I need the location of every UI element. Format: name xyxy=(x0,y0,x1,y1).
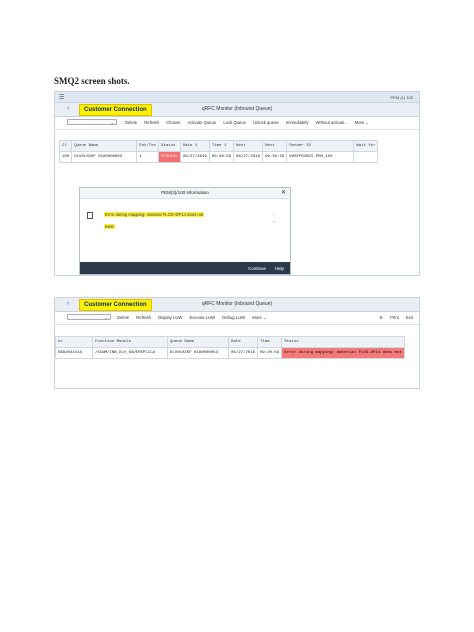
settings-icon[interactable]: ⚙ xyxy=(379,315,383,320)
continue-button[interactable]: Continue xyxy=(248,266,266,271)
lock-queue-button[interactable]: Lock Queue xyxy=(223,120,246,125)
col-tid[interactable]: er xyxy=(55,336,93,348)
info-icon xyxy=(87,212,93,219)
more-menu[interactable]: More ⌄ xyxy=(355,120,369,125)
variant-dropdown[interactable]: ⌄ xyxy=(67,119,117,125)
close-icon[interactable]: ✕ xyxy=(281,188,286,198)
cell-sender-id: VHSFPGUBOI_PEM_100 xyxy=(286,151,355,163)
cell-date: 06/27/2019 xyxy=(227,347,259,359)
immediately-button[interactable]: Immediately xyxy=(286,120,309,125)
display-luw-button[interactable]: Display LUW xyxy=(158,315,182,320)
col-time[interactable]: Time 1 xyxy=(208,140,235,152)
shell-bar: ☰ PEM (1) 100 xyxy=(55,92,419,103)
cell-date: 06/27/2019 xyxy=(179,151,210,163)
cell-next-time: 09:30:59 xyxy=(262,151,288,163)
cell-client: 100 xyxy=(58,151,73,163)
cell-queue-name: DLV0L0ZKF 0180000053 xyxy=(167,347,229,359)
cell-wait-for xyxy=(353,151,379,163)
col-wait-for[interactable]: Wait for xyxy=(353,140,379,152)
debug-luw-button[interactable]: Debug LUW xyxy=(222,315,245,320)
delete-button[interactable]: Delete xyxy=(125,120,137,125)
dialog-title-text: PEM(3)/100 Information xyxy=(161,190,209,195)
execute-luw-button[interactable]: Execute LUW xyxy=(190,315,216,320)
col-date[interactable]: Date 1 xyxy=(179,140,210,152)
dialog-footer: Continue Help xyxy=(80,262,290,274)
dialog-body: Error during mapping: material FLOG-DP14… xyxy=(80,199,290,262)
cell-tid: 5B8204441A xyxy=(55,347,93,359)
cell-time: 09:30:59 xyxy=(208,151,235,163)
help-button[interactable]: Help xyxy=(275,266,284,271)
refresh-button[interactable]: Refresh xyxy=(144,120,159,125)
toolbar: ⌄ Delete Refresh Choose Activate Queue L… xyxy=(55,117,419,130)
delete-button[interactable]: Delete xyxy=(117,315,129,320)
document-heading: SMQ2 screen shots. xyxy=(54,76,130,86)
scroll-indicator-icon: ⌃ ⌄ xyxy=(272,213,276,223)
queue-table: Cl. Queue Name Ent/Tes Status Date 1 Tim… xyxy=(58,140,379,163)
col-sender-id[interactable]: Sender ID xyxy=(286,140,355,152)
col-time[interactable]: Time xyxy=(257,336,283,348)
header-bar: ‹ Customer Connection qRFC Monitor (Inbo… xyxy=(55,103,419,117)
error-message-line1: Error during mapping: material FLOG-DP14… xyxy=(104,212,205,217)
col-queue-name[interactable]: Queue Name xyxy=(71,140,138,152)
toolbar: ⌄ Delete Refresh Display LUW Execute LUW… xyxy=(55,312,419,325)
activate-queue-button[interactable]: Activate Queue xyxy=(188,120,217,125)
window-title: qRFC Monitor (Inbound Queue) xyxy=(201,106,273,112)
luw-table: er Function Module Queue Name Date Time … xyxy=(55,336,405,359)
unlock-queue-button[interactable]: Unlock queue xyxy=(253,120,279,125)
refresh-button[interactable]: Refresh xyxy=(136,315,151,320)
cell-status[interactable]: SYSFAIL xyxy=(158,151,181,163)
information-dialog: PEM(3)/100 Information ✕ Error during ma… xyxy=(79,187,291,275)
window-title: qRFC Monitor (Inbound Queue) xyxy=(201,301,273,307)
col-function-module[interactable]: Function Module xyxy=(92,336,168,348)
cell-function-module: /SCWM/INB_DLV_SAVEREPLICA xyxy=(92,347,168,359)
menu-icon[interactable]: ☰ xyxy=(59,94,64,101)
screenshot-inbound-queue: ☰ PEM (1) 100 ‹ Customer Connection qRFC… xyxy=(54,91,420,276)
cell-entries: 1 xyxy=(136,151,160,163)
header-bar: ‹ Customer Connection qRFC Monitor (Inbo… xyxy=(55,298,419,312)
variant-dropdown[interactable]: ⌄ xyxy=(67,314,111,320)
table-row[interactable]: 5B8204441A /SCWM/INB_DLV_SAVEREPLICA DLV… xyxy=(55,347,405,359)
screenshot-luw-list: ‹ Customer Connection qRFC Monitor (Inbo… xyxy=(54,297,420,389)
col-queue-name[interactable]: Queue Name xyxy=(167,336,229,348)
without-activation-button[interactable]: Without activati... xyxy=(316,120,348,125)
table-row[interactable]: 100 DLV0L0ZKF 0180000053 1 SYSFAIL 06/27… xyxy=(58,151,379,163)
cell-next-date: 06/27/2019 xyxy=(233,151,264,163)
col-next-time[interactable]: Next xyxy=(262,140,288,152)
col-entries[interactable]: Ent/Tes xyxy=(136,140,160,152)
col-client[interactable]: Cl. xyxy=(58,140,73,152)
col-next-date[interactable]: Next xyxy=(233,140,264,152)
dialog-title: PEM(3)/100 Information ✕ xyxy=(80,188,290,199)
choose-button[interactable]: Choose xyxy=(166,120,180,125)
col-date[interactable]: Date xyxy=(227,336,259,348)
table-header: er Function Module Queue Name Date Time … xyxy=(55,336,405,348)
cell-time: 09:20:59 xyxy=(257,347,283,359)
print-button[interactable]: Print xyxy=(390,315,399,320)
error-message-line2: exist xyxy=(104,224,115,229)
system-info: PEM (1) 100 xyxy=(390,95,413,100)
col-status[interactable]: Status xyxy=(281,336,405,348)
col-status[interactable]: Status xyxy=(158,140,181,152)
table-header: Cl. Queue Name Ent/Tes Status Date 1 Tim… xyxy=(58,140,379,152)
cell-queue-name: DLV0L0ZKF 0180000053 xyxy=(71,151,138,163)
cell-status[interactable]: Error during mapping: material FLOG-DP14… xyxy=(281,347,405,359)
exit-button[interactable]: Exit xyxy=(406,315,413,320)
more-menu[interactable]: More ⌄ xyxy=(252,315,266,320)
